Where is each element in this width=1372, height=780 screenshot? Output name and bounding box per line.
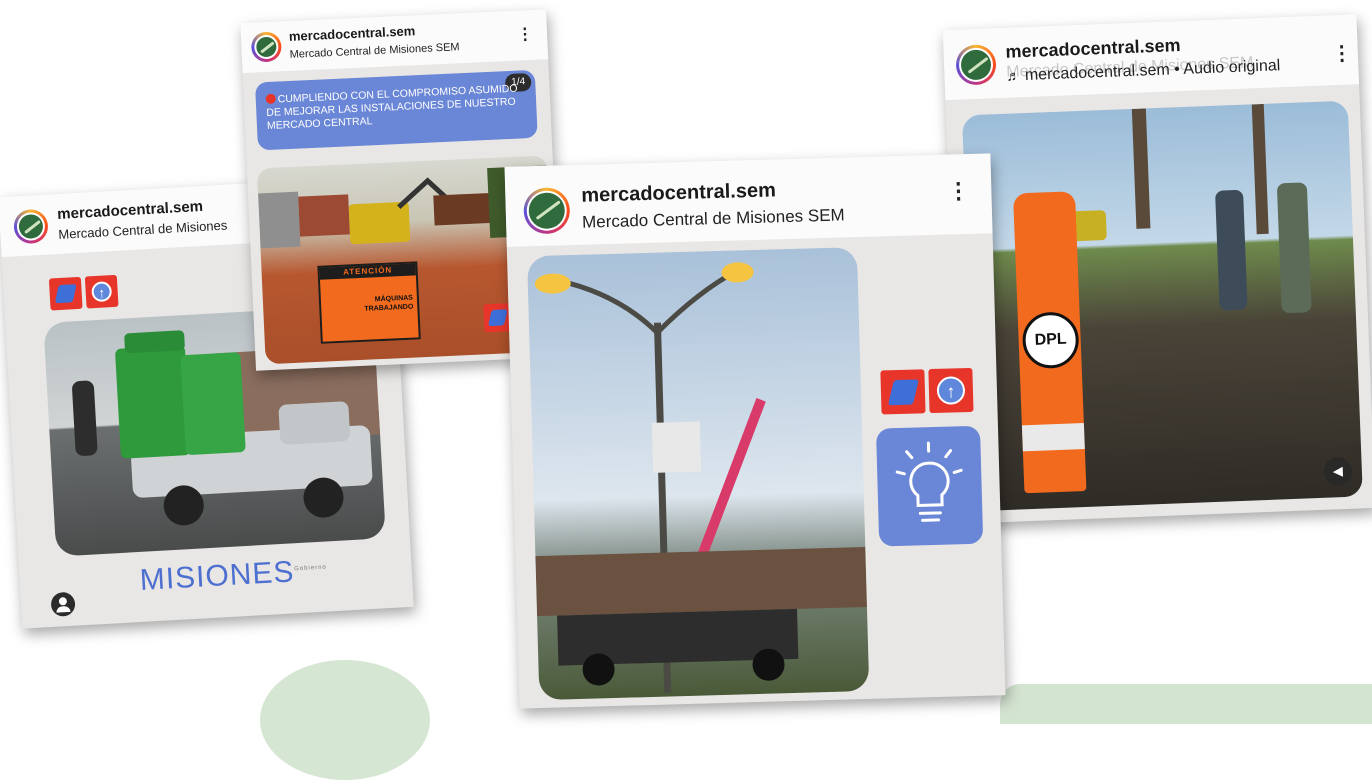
profile-avatar[interactable] <box>523 187 570 234</box>
caption-text: CUMPLIENDO CON EL COMPROMISO ASUMIDO DE … <box>266 83 518 132</box>
profile-avatar[interactable] <box>251 31 282 62</box>
misiones-logo-icon <box>49 277 83 311</box>
account-subtitle: Mercado Central de Misiones SEM <box>582 205 845 232</box>
more-options-icon[interactable]: ⋮ <box>947 178 970 205</box>
background-green-band-right <box>1000 684 1372 724</box>
account-subtitle: Mercado Central de Misiones SEM <box>289 41 459 61</box>
music-note-icon: ♬ <box>1006 67 1021 84</box>
post-header: mercadocentral.sem Mercado Central de Mi… <box>240 9 548 73</box>
cone-label: DPL <box>1022 311 1080 369</box>
more-options-icon[interactable]: ⋮ <box>1331 40 1352 66</box>
username[interactable]: mercadocentral.sem <box>581 179 776 207</box>
warning-sign: ATENCIÓN MÁQUINAS TRABAJANDO <box>317 261 420 343</box>
background-green-blob-left <box>260 660 430 780</box>
traffic-cone: DPL <box>1013 191 1086 493</box>
post-photo-streetlight-repair[interactable] <box>527 247 869 700</box>
upload-arrow-icon[interactable] <box>85 275 119 309</box>
post-card-right[interactable]: mercadocentral.sem Mercado Central de Mi… <box>943 14 1372 524</box>
post-header: mercadocentral.sem Mercado Central de Mi… <box>943 14 1359 100</box>
misiones-brand-logo: MISIONESGobierno <box>139 554 328 598</box>
misiones-logo-icon <box>880 369 925 414</box>
username[interactable]: mercadocentral.sem <box>289 23 416 44</box>
upload-arrow-icon[interactable] <box>928 368 973 413</box>
account-icon[interactable] <box>50 592 75 617</box>
streetlight-illustration <box>527 247 869 700</box>
more-options-icon[interactable]: ⋮ <box>517 24 534 45</box>
lightbulb-icon <box>876 426 983 547</box>
arrow-circle-icon <box>266 94 276 104</box>
post-card-center[interactable]: mercadocentral.sem Mercado Central de Mi… <box>505 153 1006 708</box>
post-header: mercadocentral.sem Mercado Central de Mi… <box>505 153 993 247</box>
caption-banner: 1/4 CUMPLIENDO CON EL COMPROMISO ASUMIDO… <box>255 70 538 151</box>
profile-avatar[interactable] <box>955 44 997 86</box>
profile-avatar[interactable] <box>13 209 49 245</box>
post-video-roadwork[interactable]: DPL ◀ <box>962 101 1363 512</box>
warning-sign-body: MÁQUINAS TRABAJANDO <box>320 275 418 315</box>
